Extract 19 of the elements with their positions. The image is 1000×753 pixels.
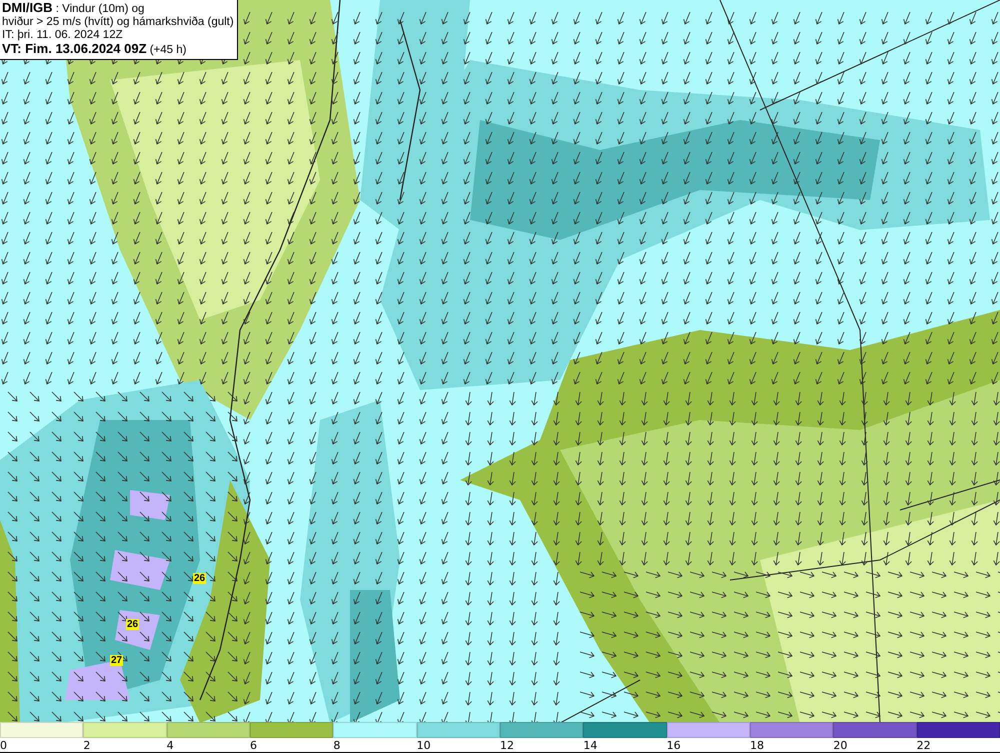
legend-label: 14 (583, 738, 598, 753)
legend-label: 8 (333, 738, 340, 753)
title-line: IT: þri. 11. 06. 2024 12Z (2, 29, 124, 42)
legend-label: 6 (250, 738, 257, 753)
legend-label: 0 (0, 738, 7, 753)
legend-label: 10 (416, 738, 431, 753)
title-line: VT: Fim. 13.06.2024 09Z (+45 h) (2, 42, 188, 57)
title-line: DMI/IGB : Vindur (10m) og (2, 1, 146, 16)
legend-label: 16 (666, 738, 681, 753)
legend-label: 2 (83, 738, 90, 753)
gust-label: 26 (193, 573, 206, 584)
title-line: hviður > 25 m/s (hvítt) og hámarkshviða (gult) (2, 16, 234, 29)
legend-label: 12 (500, 738, 514, 753)
gust-label: 27 (110, 655, 124, 666)
legend-label: 20 (833, 738, 848, 753)
legend-label: 18 (750, 738, 764, 753)
legend-label: 4 (166, 738, 174, 753)
gust-label: 26 (126, 619, 140, 630)
legend-label: 22 (916, 738, 931, 753)
